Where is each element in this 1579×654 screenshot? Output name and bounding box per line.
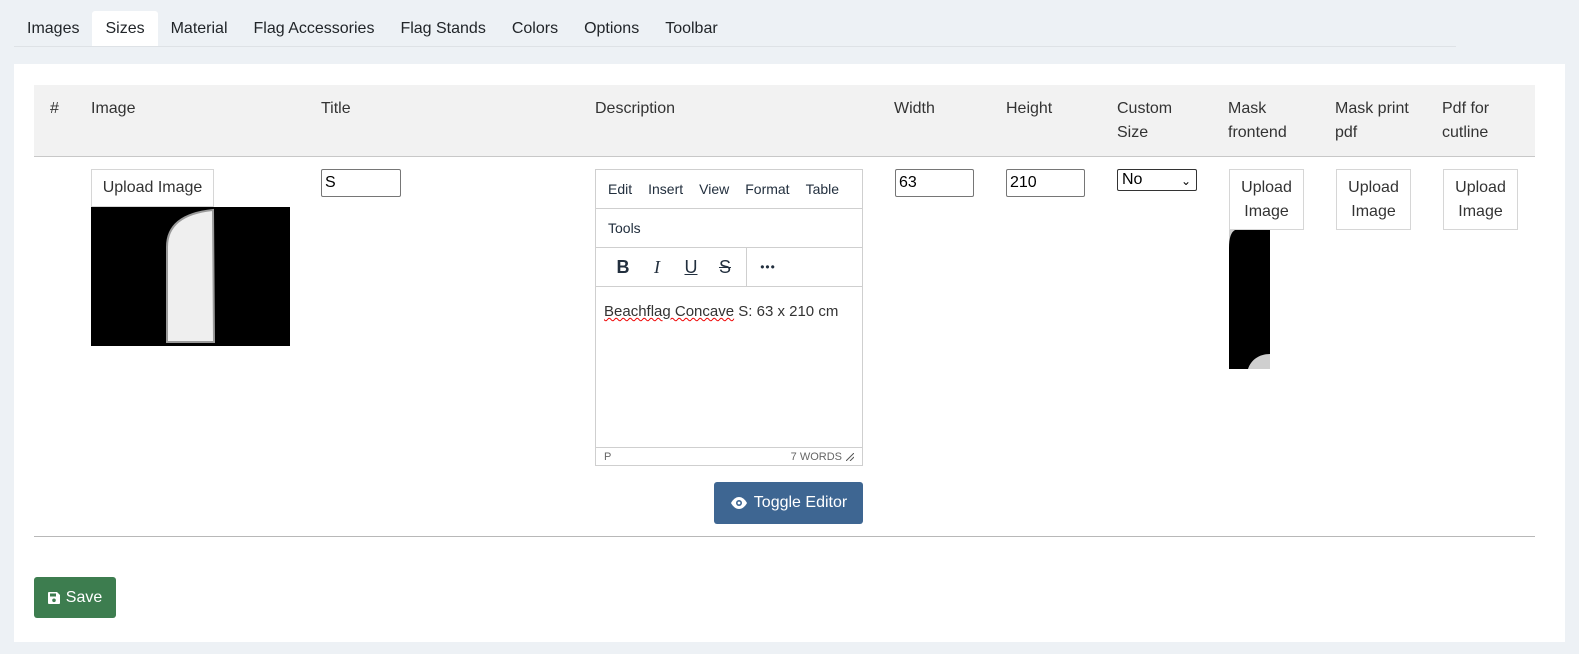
- tab-images[interactable]: Images: [14, 11, 92, 46]
- mask-frontend-preview: [1229, 230, 1270, 369]
- height-input[interactable]: [1006, 169, 1085, 197]
- tab-sizes[interactable]: Sizes: [92, 11, 158, 46]
- header-description: Description: [595, 100, 676, 117]
- mask-frontend-upload-label-2: Image: [1244, 202, 1289, 220]
- flag-preview-image: [91, 207, 290, 346]
- editor-menubar: Edit Insert View Format Table: [596, 170, 862, 209]
- description-editor: Edit Insert View Format Table Tools B I …: [595, 169, 863, 466]
- header-image: Image: [91, 100, 136, 117]
- editor-statusbar: P 7 WORDS: [596, 447, 862, 465]
- editor-toolbar: B I U S •••: [596, 247, 862, 287]
- editor-menu-view[interactable]: View: [691, 181, 737, 197]
- strikethrough-button[interactable]: S: [708, 252, 742, 282]
- toggle-editor-label: Toggle Editor: [753, 494, 848, 511]
- tab-flag-stands[interactable]: Flag Stands: [387, 11, 498, 46]
- eye-icon: [730, 497, 747, 509]
- header-mask-print-line1: Mask print: [1335, 100, 1409, 117]
- italic-button[interactable]: I: [640, 252, 674, 282]
- tab-flag-accessories[interactable]: Flag Accessories: [241, 11, 388, 46]
- header-pdf-cutline: Pdf for cutline: [1442, 97, 1489, 145]
- header-mask-print-pdf: Mask print pdf: [1335, 97, 1409, 145]
- resize-handle-icon[interactable]: [846, 452, 854, 461]
- mask-frontend-upload-button[interactable]: Upload Image: [1229, 169, 1304, 230]
- header-mask-frontend-line1: Mask: [1228, 100, 1267, 117]
- editor-menu-insert[interactable]: Insert: [640, 181, 691, 197]
- mask-print-upload-label-1: Upload: [1348, 178, 1399, 196]
- more-options-button[interactable]: •••: [751, 252, 785, 282]
- header-pdf-cutline-line1: Pdf for: [1442, 100, 1490, 117]
- toggle-editor-button[interactable]: Toggle Editor: [714, 482, 863, 524]
- editor-word-count: 7 WORDS: [790, 450, 842, 463]
- header-width: Width: [894, 100, 935, 117]
- toolbar-separator: [746, 247, 747, 287]
- header-mask-print-line2: pdf: [1335, 124, 1358, 141]
- pdf-cutline-upload-label-2: Image: [1458, 202, 1503, 220]
- editor-content[interactable]: Beachflag Concave S: 63 x 210 cm: [596, 287, 862, 449]
- header-height: Height: [1006, 100, 1053, 117]
- custom-size-value: No: [1122, 171, 1143, 188]
- header-pdf-cutline-line2: cutline: [1442, 124, 1489, 141]
- header-custom-size: Custom Size: [1117, 97, 1172, 145]
- header-mask-frontend: Mask frontend: [1228, 97, 1287, 145]
- mask-frontend-upload-label-1: Upload: [1241, 178, 1292, 196]
- tab-toolbar[interactable]: Toolbar: [652, 11, 730, 46]
- floppy-disk-icon: [47, 591, 60, 604]
- width-input[interactable]: [895, 169, 974, 197]
- tab-options[interactable]: Options: [571, 11, 652, 46]
- header-number: #: [50, 100, 59, 117]
- header-custom-size-line2: Size: [1117, 124, 1149, 141]
- title-input[interactable]: [321, 169, 401, 197]
- underline-button[interactable]: U: [674, 252, 708, 282]
- editor-menu-tools[interactable]: Tools: [596, 209, 862, 248]
- upload-image-button[interactable]: Upload Image: [91, 169, 214, 207]
- editor-element-path: P: [604, 450, 612, 463]
- bold-button[interactable]: B: [606, 252, 640, 282]
- editor-content-text: S: 63 x 210 cm: [734, 303, 839, 320]
- save-label: Save: [65, 588, 103, 606]
- header-mask-frontend-line2: frontend: [1228, 124, 1287, 141]
- chevron-down-icon: ⌄: [1180, 174, 1191, 188]
- mask-print-upload-button[interactable]: Upload Image: [1336, 169, 1411, 230]
- tab-bar: Images Sizes Material Flag Accessories F…: [14, 11, 1456, 47]
- tab-colors[interactable]: Colors: [499, 11, 571, 46]
- editor-menu-table[interactable]: Table: [798, 181, 847, 197]
- header-custom-size-line1: Custom: [1117, 100, 1173, 117]
- editor-menu-edit[interactable]: Edit: [600, 181, 640, 197]
- custom-size-select[interactable]: No ⌄: [1117, 169, 1197, 191]
- mask-print-upload-label-2: Image: [1351, 202, 1396, 220]
- pdf-cutline-upload-label-1: Upload: [1455, 178, 1506, 196]
- save-button[interactable]: Save: [34, 577, 116, 618]
- editor-content-misspelled: Beachflag Concave: [604, 303, 735, 320]
- tab-material[interactable]: Material: [158, 11, 241, 46]
- row-divider: [34, 536, 1535, 537]
- table-header: # Image Title Description Width Height C…: [34, 85, 1535, 157]
- editor-menu-format[interactable]: Format: [737, 181, 797, 197]
- pdf-cutline-upload-button[interactable]: Upload Image: [1443, 169, 1518, 230]
- header-title: Title: [321, 100, 351, 117]
